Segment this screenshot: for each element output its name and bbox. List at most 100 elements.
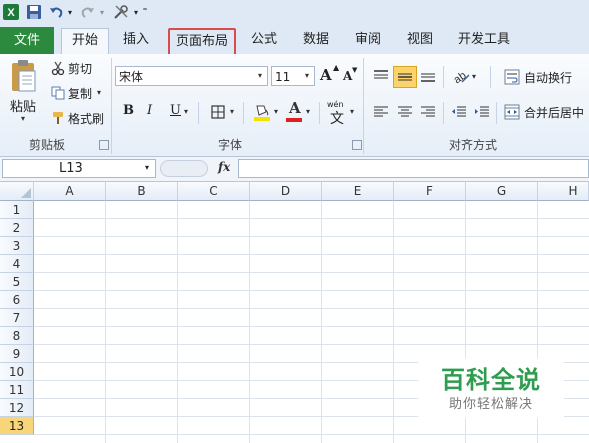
borders-icon[interactable] <box>210 104 226 120</box>
format-painter-button[interactable]: 格式刷 <box>68 110 104 127</box>
row-header-9[interactable]: 9 <box>0 345 34 363</box>
gridline <box>34 434 589 435</box>
tab-view[interactable]: 视图 <box>400 28 440 52</box>
toolbar-separator <box>496 102 497 124</box>
decrease-indent-icon[interactable] <box>449 102 469 122</box>
align-bottom-icon[interactable] <box>418 66 438 86</box>
select-all-corner[interactable] <box>0 182 34 201</box>
gridline <box>34 290 589 291</box>
insert-function-button[interactable]: fx <box>218 160 230 174</box>
font-size-dropdown-icon[interactable]: ▾ <box>305 71 309 80</box>
shrink-font-button[interactable]: A <box>343 69 352 83</box>
wrap-text-icon[interactable] <box>503 68 521 86</box>
paste-icon[interactable] <box>6 58 42 96</box>
row-header-8[interactable]: 8 <box>0 327 34 345</box>
gridline <box>34 344 589 345</box>
row-header-3[interactable]: 3 <box>0 237 34 255</box>
column-header-h[interactable]: H <box>538 182 589 201</box>
fill-color-icon[interactable] <box>253 102 271 122</box>
quick-access-toolbar: X ▾ ▾ ▾ ⁼ <box>0 0 589 24</box>
tab-review[interactable]: 审阅 <box>348 28 388 52</box>
column-header-f[interactable]: F <box>394 182 466 201</box>
row-header-6[interactable]: 6 <box>0 291 34 309</box>
underline-button[interactable]: U <box>170 103 181 118</box>
cut-button[interactable]: 剪切 <box>68 60 92 77</box>
align-top-icon[interactable] <box>371 66 391 86</box>
font-group-label: 字体 <box>217 138 242 152</box>
formula-bar-grip-icon[interactable] <box>160 160 208 177</box>
customize-toolbar-icon[interactable]: ⁼ <box>140 3 150 21</box>
grow-font-button[interactable]: A <box>320 66 332 84</box>
row-header-13[interactable]: 13 <box>0 417 34 435</box>
undo-dropdown-icon[interactable]: ▾ <box>66 3 74 21</box>
undo-icon[interactable] <box>48 3 64 21</box>
name-box[interactable]: L13 ▾ <box>2 159 156 178</box>
row-header-5[interactable]: 5 <box>0 273 34 291</box>
name-box-dropdown-icon[interactable]: ▾ <box>145 163 149 172</box>
italic-button[interactable]: I <box>147 103 152 118</box>
row-header-10[interactable]: 10 <box>0 363 34 381</box>
merge-center-button[interactable]: 合并后居中 <box>524 104 584 121</box>
tab-home[interactable]: 开始 <box>61 28 109 55</box>
row-header-4[interactable]: 4 <box>0 255 34 273</box>
ribbon-home: 粘贴 ▾ 剪切 复制 ▾ 格式刷 剪贴板 宋体 ▾ 11 ▾ A ▲ A ▼ B… <box>0 54 589 157</box>
align-right-icon[interactable] <box>418 102 438 122</box>
borders-dropdown-icon[interactable]: ▾ <box>230 107 234 116</box>
tab-formulas[interactable]: 公式 <box>244 28 284 52</box>
bold-button[interactable]: B <box>123 103 134 118</box>
tab-file[interactable]: 文件 <box>0 27 54 54</box>
underline-dropdown-icon[interactable]: ▾ <box>184 107 188 116</box>
align-middle-icon[interactable] <box>393 66 417 88</box>
save-icon[interactable] <box>26 3 42 21</box>
column-header-e[interactable]: E <box>322 182 394 201</box>
font-name-dropdown-icon[interactable]: ▾ <box>258 71 262 80</box>
orientation-icon[interactable]: ab <box>451 66 471 86</box>
copy-dropdown-icon[interactable]: ▾ <box>97 88 101 97</box>
font-launcher-icon[interactable] <box>352 140 362 150</box>
wrap-text-button[interactable]: 自动换行 <box>524 69 572 86</box>
gridline <box>105 201 106 443</box>
row-header-1[interactable]: 1 <box>0 201 34 219</box>
row-header-7[interactable]: 7 <box>0 309 34 327</box>
format-painter-icon[interactable] <box>50 110 66 126</box>
align-center-icon[interactable] <box>395 102 415 122</box>
cut-icon[interactable] <box>50 60 66 76</box>
tab-insert[interactable]: 插入 <box>116 28 156 52</box>
clipboard-launcher-icon[interactable] <box>99 140 109 150</box>
merge-center-icon[interactable] <box>503 103 521 121</box>
toolbar-separator <box>443 102 444 124</box>
tab-data[interactable]: 数据 <box>296 28 336 52</box>
orientation-dropdown-icon[interactable]: ▾ <box>472 72 476 81</box>
watermark: 百科全说 助你轻松解决 <box>418 358 564 418</box>
phonetic-dropdown-icon[interactable]: ▾ <box>350 107 354 116</box>
redo-icon[interactable] <box>80 3 96 21</box>
column-header-g[interactable]: G <box>466 182 538 201</box>
tab-page-layout[interactable]: 页面布局 <box>168 28 236 56</box>
redo-dropdown-icon[interactable]: ▾ <box>98 3 106 21</box>
name-box-value: L13 <box>59 161 83 176</box>
tools-icon[interactable] <box>112 3 130 21</box>
formula-input[interactable] <box>238 159 589 178</box>
formula-bar: L13 ▾ fx <box>0 157 589 182</box>
row-header-2[interactable]: 2 <box>0 219 34 237</box>
paste-dropdown-icon[interactable]: ▾ <box>21 114 25 123</box>
row-header-11[interactable]: 11 <box>0 381 34 399</box>
fill-color-dropdown-icon[interactable]: ▾ <box>274 107 278 116</box>
excel-logo-icon[interactable]: X <box>2 3 20 21</box>
phonetic-guide-button[interactable]: 文 <box>330 108 344 128</box>
column-header-a[interactable]: A <box>34 182 106 201</box>
font-color-button[interactable]: A <box>289 99 301 117</box>
column-header-d[interactable]: D <box>250 182 322 201</box>
paste-button[interactable]: 粘贴 <box>10 96 36 115</box>
tools-dropdown-icon[interactable]: ▾ <box>132 3 140 21</box>
row-header-12[interactable]: 12 <box>0 399 34 417</box>
font-name-combo[interactable]: 宋体 <box>115 66 268 86</box>
increase-indent-icon[interactable] <box>472 102 492 122</box>
column-header-c[interactable]: C <box>178 182 250 201</box>
copy-icon[interactable] <box>50 85 66 101</box>
tab-developer[interactable]: 开发工具 <box>452 28 516 52</box>
copy-button[interactable]: 复制 <box>68 85 92 102</box>
font-color-dropdown-icon[interactable]: ▾ <box>306 107 310 116</box>
align-left-icon[interactable] <box>371 102 391 122</box>
column-header-b[interactable]: B <box>106 182 178 201</box>
